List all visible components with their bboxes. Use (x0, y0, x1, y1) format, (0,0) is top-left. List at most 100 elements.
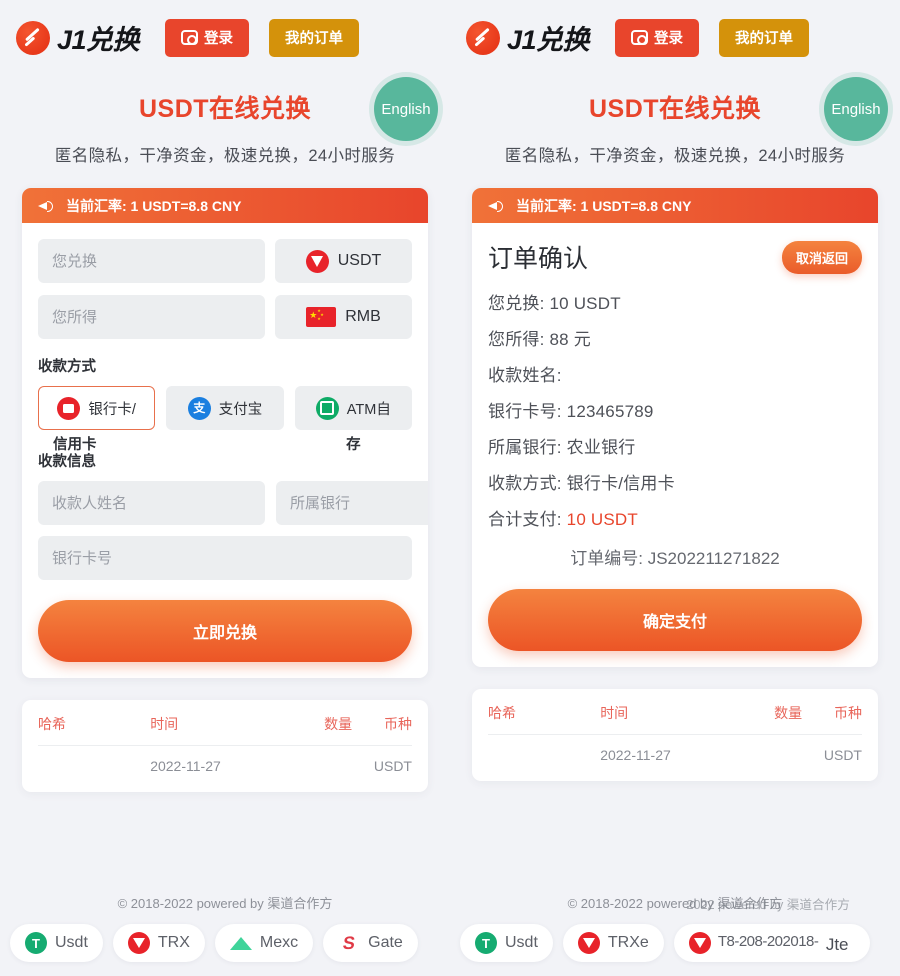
rate-text: 当前汇率: 1 USDT=8.8 CNY (516, 197, 692, 214)
partner-chip-label: Gate (368, 934, 403, 951)
payment-method-alipay[interactable]: 支 支付宝 (166, 386, 284, 430)
card-number-input[interactable] (38, 536, 412, 580)
partner-chip-usdt[interactable]: Usdt (10, 924, 103, 962)
app-header: J1兑换 登录 我的订单 (0, 0, 450, 67)
login-label: 登录 (654, 31, 684, 47)
rate-banner: 当前汇率: 1 USDT=8.8 CNY (22, 188, 428, 223)
receive-currency-label: RMB (345, 308, 381, 325)
wallet-icon (631, 30, 649, 45)
rate-banner-right: 当前汇率: 1 USDT=8.8 CNY (472, 188, 878, 223)
payment-method-label-bank: 银行卡/ (88, 401, 136, 418)
partner-chip-label: TRXe (607, 934, 649, 951)
brand-logo[interactable]: J1兑换 (16, 18, 140, 57)
language-toggle-button[interactable]: English (824, 77, 888, 141)
cancel-return-button[interactable]: 取消返回 (781, 240, 862, 274)
payment-method-atm[interactable]: ATM自 存 (294, 386, 412, 453)
payment-method-group: 银行卡/ 信用卡 支 支付宝 ATM自 存 (38, 386, 412, 453)
order-line-total: 合计支付: 10 USDT (488, 505, 862, 530)
brand-name: J1兑换 (507, 25, 590, 55)
order-line-receive: 您所得: 88 元 (488, 325, 862, 350)
table-header-row: 哈希 时间 数量 币种 (38, 714, 412, 746)
confirm-payment-button[interactable]: 确定支付 (488, 589, 862, 651)
th-amount: 数量 (727, 703, 803, 735)
order-line-value: 10 USDT (549, 294, 621, 313)
hero-subtitle: 匿名隐私，干净资金，极速兑换，24小时服务 (54, 147, 396, 165)
th-time: 时间 (150, 714, 278, 746)
payment-method-bank-card[interactable]: 银行卡/ 信用卡 (38, 386, 156, 453)
partner-chip-label: Usdt (505, 934, 538, 951)
pay-currency-selector[interactable]: USDT (275, 239, 412, 283)
order-line-label: 合计支付: (488, 510, 562, 529)
partner-chip-mexc[interactable]: Mexc (214, 924, 314, 962)
payment-method-label: 收款方式 (38, 359, 96, 375)
receive-amount-input[interactable] (38, 295, 265, 339)
order-number-value: JS202211271822 (647, 549, 780, 568)
order-line-card-number: 银行卡号: 123465789 (488, 397, 862, 422)
cell-time: 2022-11-27 (600, 747, 671, 763)
partner-chip-glitched[interactable]: T8-208-202018- Jte T8-208-202018-Jte (673, 924, 870, 962)
hero-section: USDT在线兑换 匿名隐私，干净资金，极速兑换，24小时服务 English (0, 67, 450, 172)
order-confirm-title: 订单确认 (488, 245, 589, 273)
order-line-label: 您所得: (488, 330, 545, 349)
th-hash: 哈希 (38, 714, 151, 746)
th-amount: 数量 (277, 714, 353, 746)
receiver-info-label: 收款信息 (38, 454, 96, 470)
mexc-icon (229, 932, 252, 954)
my-orders-button[interactable]: 我的订单 (269, 18, 360, 57)
transaction-table: 哈希 时间 数量 币种 2022-11-27 USDT (38, 714, 412, 774)
brand-logo-right[interactable]: J1兑换 (466, 18, 590, 57)
pay-amount-row: USDT (38, 239, 412, 283)
order-line-exchange: 您兑换: 10 USDT (488, 289, 862, 314)
order-line-value: 农业银行 (566, 438, 636, 457)
cell-time: 2022-11-27 (150, 758, 221, 774)
pay-amount-input[interactable] (38, 239, 265, 283)
order-number-label: 订单编号: (570, 549, 643, 568)
receiver-name-input[interactable] (38, 481, 265, 525)
table-header-row: 哈希 时间 数量 币种 (488, 703, 862, 735)
exchange-card: 当前汇率: 1 USDT=8.8 CNY USDT (22, 188, 428, 678)
login-button-right[interactable]: 登录 (615, 18, 700, 57)
partner-chip-gate[interactable]: Gate (323, 924, 418, 962)
partner-chip-usdt[interactable]: Usdt (460, 924, 553, 962)
my-orders-label: 我的订单 (285, 31, 344, 47)
order-number-row: 订单编号: JS202211271822 (488, 544, 862, 569)
exchange-now-button[interactable]: 立即兑换 (38, 600, 412, 662)
payment-method-label-alipay: 支付宝 (218, 401, 263, 418)
cell-amount (277, 746, 352, 775)
transaction-table-card-left: 哈希 时间 数量 币种 2022-11-27 USDT (22, 700, 428, 792)
megaphone-icon (488, 199, 504, 212)
right-browser-pane: J1兑换 登录 我的订单 USDT在线兑换 匿名隐私，干净资金，极速兑换，24小… (450, 0, 900, 976)
my-orders-button-right[interactable]: 我的订单 (719, 18, 810, 57)
order-confirm-header: 订单确认 取消返回 (488, 239, 862, 275)
order-line-label: 所属银行: (488, 438, 562, 457)
order-line-method: 收款方式: 银行卡/信用卡 (488, 469, 862, 494)
language-toggle-button[interactable]: English (374, 77, 438, 141)
app-header-right: J1兑换 登录 我的订单 (450, 0, 900, 67)
china-flag-icon: ★ ★ ★ ★ (306, 307, 337, 327)
wallet-icon (181, 30, 199, 45)
receiver-bank-input[interactable] (276, 481, 428, 525)
payment-method-label-atm: ATM自 (346, 401, 391, 418)
atm-icon (315, 396, 339, 420)
partner-chip-trx[interactable]: TRXe (562, 924, 664, 962)
cell-hash (38, 746, 150, 775)
copyright-ghost-overlap: 2022 powered by 渠道合作方 (686, 897, 850, 912)
partner-chip-label: Mexc (259, 934, 299, 951)
partner-chip-list: Usdt TRX Mexc Gate (0, 924, 450, 976)
table-row: 2022-11-27 USDT (38, 746, 412, 775)
brand-mark-icon (466, 20, 500, 55)
tron-usdt-icon (305, 249, 329, 273)
partner-chip-trx[interactable]: TRX (112, 924, 205, 962)
usdt-icon (475, 932, 497, 954)
login-label: 登录 (204, 31, 234, 47)
th-time: 时间 (600, 703, 728, 735)
pay-currency-label: USDT (337, 252, 382, 269)
hero-section-right: USDT在线兑换 匿名隐私，干净资金，极速兑换，24小时服务 English (450, 67, 900, 172)
receive-currency-selector[interactable]: ★ ★ ★ ★ RMB (275, 295, 412, 339)
login-button[interactable]: 登录 (165, 18, 250, 57)
card-number-row (38, 536, 412, 580)
brand-name: J1兑换 (57, 25, 140, 55)
cell-coin: USDT (373, 758, 412, 774)
order-line-label: 收款姓名: (488, 366, 562, 385)
order-line-bank: 所属银行: 农业银行 (488, 433, 862, 458)
